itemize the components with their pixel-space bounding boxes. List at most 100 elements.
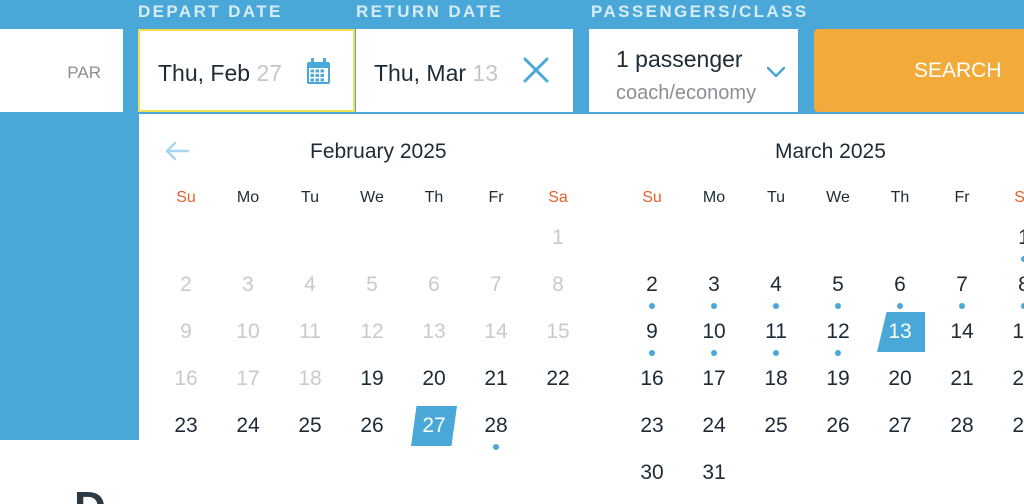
weekday-march-tu: Tu <box>766 189 786 206</box>
cabin-class: coach/economy <box>616 82 757 104</box>
weekday-february-th: Th <box>424 189 444 206</box>
day-cell-february-24[interactable]: 24 <box>225 406 271 446</box>
day-cell-february-10: 10 <box>236 320 260 343</box>
day-cell-february-2: 2 <box>180 273 192 296</box>
availability-dot <box>649 303 655 309</box>
day-cell-february-8: 8 <box>552 273 564 296</box>
return-date-value: Thu, Mar 13 <box>374 60 499 86</box>
day-cell-march-29[interactable]: 29 <box>1001 406 1024 446</box>
weekday-february-sa: Sa <box>548 189 568 206</box>
day-cell-march-6[interactable]: 6 <box>877 265 923 309</box>
day-cell-march-27[interactable]: 27 <box>877 406 923 446</box>
day-cell-february-18: 18 <box>298 367 322 390</box>
availability-dot <box>835 350 841 356</box>
month-title-march: March 2025 <box>775 140 886 163</box>
origin-value: PAR <box>67 63 101 82</box>
day-cell-february-19[interactable]: 19 <box>349 359 395 399</box>
day-cell-february-28[interactable]: 28 <box>473 406 519 450</box>
day-cell-february-16: 16 <box>174 367 198 390</box>
day-cell-february-20[interactable]: 20 <box>411 359 457 399</box>
day-cell-march-30[interactable]: 30 <box>629 453 675 493</box>
day-cell-february-5: 5 <box>366 273 378 296</box>
weekday-march-fr: Fr <box>954 189 970 206</box>
weekday-march-th: Th <box>890 189 910 206</box>
day-cell-march-22[interactable]: 22 <box>1001 359 1024 399</box>
day-cell-february-14: 14 <box>484 320 508 343</box>
weekday-february-fr: Fr <box>488 189 504 206</box>
day-cell-february-21[interactable]: 21 <box>473 359 519 399</box>
search-button[interactable]: SEARCH <box>814 29 1024 112</box>
search-button-label: SEARCH <box>914 59 1002 82</box>
day-cell-march-13[interactable]: 13 <box>877 312 923 352</box>
depart-date-value: Thu, Feb 27 <box>158 60 283 86</box>
availability-dot <box>649 350 655 356</box>
day-cell-march-28[interactable]: 28 <box>939 406 985 446</box>
month-title-february: February 2025 <box>310 140 447 163</box>
weekday-march-mo: Mo <box>702 189 726 206</box>
day-cell-march-5[interactable]: 5 <box>815 265 861 309</box>
partial-heading: D <box>74 486 114 504</box>
day-cell-february-23[interactable]: 23 <box>163 406 209 446</box>
passengers-class-label: PASSENGERS/CLASS <box>591 2 809 21</box>
day-cell-march-31[interactable]: 31 <box>691 453 737 493</box>
day-cell-march-9[interactable]: 9 <box>629 312 675 356</box>
day-cell-march-21[interactable]: 21 <box>939 359 985 399</box>
day-cell-february-27[interactable]: 27 <box>411 406 457 446</box>
day-cell-february-9: 9 <box>180 320 192 343</box>
day-cell-march-23[interactable]: 23 <box>629 406 675 446</box>
depart-date-field[interactable]: Thu, Feb 27 <box>138 29 355 112</box>
availability-dot <box>835 303 841 309</box>
passengers-class-field[interactable]: 1 passenger coach/economy <box>589 29 798 112</box>
close-icon[interactable] <box>523 57 549 83</box>
day-cell-march-19[interactable]: 19 <box>815 359 861 399</box>
day-cell-february-15: 15 <box>546 320 570 343</box>
depart-date-label: DEPART DATE <box>138 2 283 21</box>
origin-field[interactable]: PAR <box>0 29 123 112</box>
return-date-day: 13 <box>472 60 499 86</box>
day-cell-march-10[interactable]: 10 <box>691 312 737 356</box>
day-cell-february-11: 11 <box>299 320 321 343</box>
day-cell-march-17[interactable]: 17 <box>691 359 737 399</box>
day-cell-february-22[interactable]: 22 <box>535 359 581 399</box>
day-cell-march-3[interactable]: 3 <box>691 265 737 309</box>
day-cell-march-11[interactable]: 11 <box>753 312 799 356</box>
calendar-icon[interactable] <box>306 58 331 85</box>
day-cell-february-17: 17 <box>236 367 260 390</box>
day-cell-march-25[interactable]: 25 <box>753 406 799 446</box>
day-cell-march-20[interactable]: 20 <box>877 359 923 399</box>
day-cell-march-12[interactable]: 12 <box>815 312 861 356</box>
weekday-march-sa: Sa <box>1014 189 1024 206</box>
day-cell-march-14[interactable]: 14 <box>939 312 985 352</box>
day-cell-february-26[interactable]: 26 <box>349 406 395 446</box>
day-cell-march-7[interactable]: 7 <box>939 265 985 309</box>
weekday-february-mo: Mo <box>236 189 260 206</box>
depart-date-day: 27 <box>256 60 283 86</box>
return-date-label: RETURN DATE <box>356 2 503 21</box>
availability-dot <box>959 303 965 309</box>
passenger-count: 1 passenger <box>616 46 743 72</box>
day-cell-march-18[interactable]: 18 <box>753 359 799 399</box>
day-cell-february-4: 4 <box>304 273 316 296</box>
day-cell-february-3: 3 <box>242 273 254 296</box>
chevron-down-icon[interactable] <box>766 65 786 79</box>
day-cell-march-4[interactable]: 4 <box>753 265 799 309</box>
weekday-february-we: We <box>360 189 384 206</box>
weekday-february-tu: Tu <box>300 189 320 206</box>
day-cell-march-1[interactable]: 1 <box>1001 218 1024 262</box>
day-cell-march-15[interactable]: 15 <box>1001 312 1024 352</box>
day-cell-march-16[interactable]: 16 <box>629 359 675 399</box>
availability-dot <box>711 350 717 356</box>
day-cell-march-2[interactable]: 2 <box>629 265 675 309</box>
availability-dot <box>493 444 499 450</box>
day-cell-february-1: 1 <box>552 226 564 249</box>
day-cell-march-8[interactable]: 8 <box>1001 265 1024 309</box>
day-cell-february-25[interactable]: 25 <box>287 406 333 446</box>
availability-dot <box>773 350 779 356</box>
day-cell-march-24[interactable]: 24 <box>691 406 737 446</box>
day-cell-february-6: 6 <box>428 273 440 296</box>
arrow-left-icon[interactable] <box>164 141 190 161</box>
return-date-field[interactable]: Thu, Mar 13 <box>356 29 573 112</box>
day-cell-february-13: 13 <box>422 320 446 343</box>
availability-dot <box>773 303 779 309</box>
day-cell-march-26[interactable]: 26 <box>815 406 861 446</box>
